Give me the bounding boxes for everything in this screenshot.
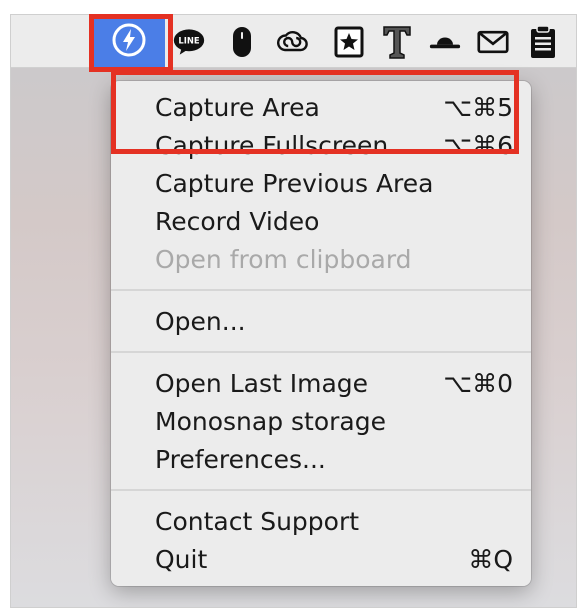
menu-item-capture-fullscreen[interactable]: Capture Fullscreen ⌥⌘6 (155, 128, 513, 164)
clipboard-icon (531, 25, 555, 58)
menu-item-label: Quit (155, 545, 208, 574)
menu-item-label: Capture Fullscreen (155, 131, 389, 160)
menu-item-label: Open from clipboard (155, 245, 412, 274)
menu-item-label: Preferences... (155, 445, 326, 474)
line-status-item[interactable]: LINE (173, 26, 205, 58)
menu-item-shortcut: ⌥⌘6 (443, 131, 513, 160)
mouse-icon (233, 27, 251, 57)
menu-item-contact-support[interactable]: Contact Support (155, 504, 513, 540)
menu-separator (111, 289, 531, 291)
monosnap-icon (111, 22, 147, 62)
menu-item-shortcut: ⌥⌘0 (443, 369, 513, 398)
monosnap-status-item[interactable] (93, 17, 165, 67)
menu-item-monosnap-storage[interactable]: Monosnap storage (155, 404, 513, 440)
svg-text:LINE: LINE (178, 36, 200, 46)
menu-item-label: Capture Previous Area (155, 169, 434, 198)
menu-item-capture-area[interactable]: Capture Area ⌥⌘5 (155, 90, 513, 126)
clipboard-status-item[interactable] (527, 25, 559, 58)
menu-item-preferences[interactable]: Preferences... (155, 442, 513, 478)
menu-item-label: Record Video (155, 207, 320, 236)
menu-bar: LINE (11, 15, 576, 68)
star-book-icon (334, 26, 364, 58)
menu-separator (111, 351, 531, 353)
menu-item-open-last-image[interactable]: Open Last Image ⌥⌘0 (155, 366, 513, 402)
typeface-status-item[interactable] (381, 26, 413, 59)
monosnap-dropdown-menu: Capture Area ⌥⌘5 Capture Fullscreen ⌥⌘6 … (111, 81, 531, 586)
creative-cloud-icon (277, 31, 308, 52)
mail-status-item[interactable] (477, 26, 509, 58)
hat-icon (429, 37, 461, 49)
menu-item-open[interactable]: Open... (155, 304, 513, 340)
menu-item-quit[interactable]: Quit ⌘Q (155, 542, 513, 578)
menu-item-shortcut: ⌥⌘5 (443, 93, 513, 122)
mouse-status-item[interactable] (226, 26, 258, 58)
typeface-icon (383, 26, 411, 59)
mail-icon (477, 30, 509, 54)
menu-item-label: Contact Support (155, 507, 360, 536)
menu-item-label: Monosnap storage (155, 407, 386, 436)
creative-cloud-status-item[interactable] (277, 26, 309, 58)
line-icon: LINE (173, 29, 205, 55)
menu-item-label: Open Last Image (155, 369, 369, 398)
desktop: LINE Capture Area ⌥⌘5 Capture Fullscreen… (10, 14, 577, 608)
menu-item-record-video[interactable]: Record Video (155, 204, 513, 240)
menu-item-label: Open... (155, 307, 246, 336)
menu-separator (111, 489, 531, 491)
hat-status-item[interactable] (429, 26, 461, 58)
menu-item-shortcut: ⌘Q (468, 545, 513, 574)
menu-item-capture-previous-area[interactable]: Capture Previous Area (155, 166, 513, 202)
bookmark-status-item[interactable] (333, 26, 365, 58)
menu-item-label: Capture Area (155, 93, 320, 122)
menu-item-open-from-clipboard: Open from clipboard (155, 242, 513, 278)
